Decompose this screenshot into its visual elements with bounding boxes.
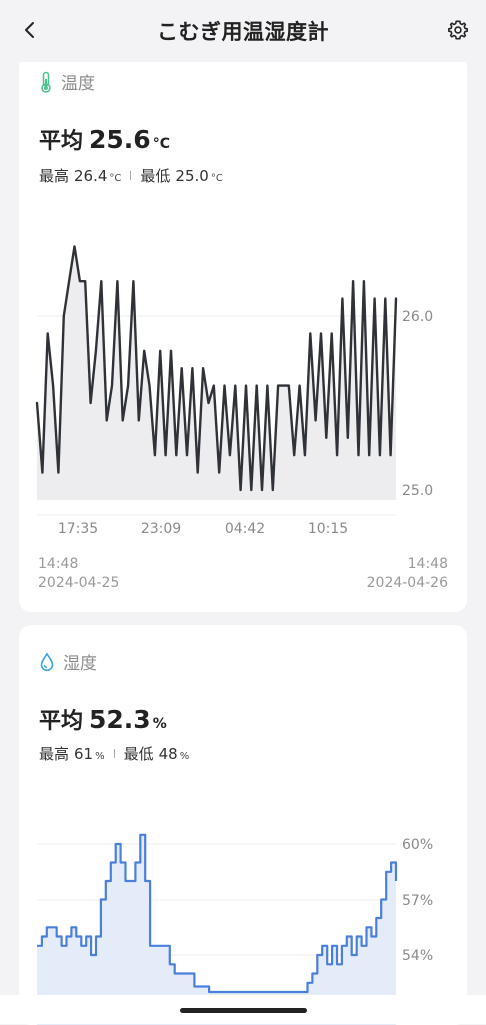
top-bar: こむぎ用温湿度計 <box>0 0 486 62</box>
max-unit: % <box>95 751 105 762</box>
y-tick-label: 57% <box>402 893 433 909</box>
max-unit: °C <box>109 173 122 184</box>
y-tick-label: 25.0 <box>402 483 433 499</box>
x-tick-label: 23:09 <box>141 521 181 537</box>
page-title: こむぎ用温湿度計 <box>157 20 329 44</box>
max-value: 61 <box>74 745 94 763</box>
temperature-average: 平均 25.6 °C <box>39 123 170 155</box>
min-value: 25.0 <box>175 167 209 185</box>
unit-label: °C <box>152 136 170 152</box>
unit-label: % <box>152 716 167 732</box>
min-value: 48 <box>158 745 178 763</box>
average-label: 平均 <box>39 129 84 154</box>
x-tick-label: 17:35 <box>58 521 98 537</box>
average-value: 52.3 <box>89 705 151 734</box>
humidity-average: 平均 52.3 % <box>39 703 167 735</box>
y-tick-label: 54% <box>402 948 433 964</box>
min-label: 最低 <box>140 167 171 185</box>
y-tick-label: 26.0 <box>402 309 433 325</box>
min-unit: % <box>179 751 190 762</box>
humidity-min-max: 最高 61 % 最低 48 % <box>39 743 189 764</box>
start-date: 2024-04-25 <box>38 575 120 591</box>
humidity-card[interactable]: 湿度 平均 52.3 % 最高 61 % 最低 48 % 60% 57% 54% <box>19 625 467 1025</box>
temperature-header: 温度 <box>39 69 95 94</box>
max-label: 最高 <box>39 745 70 763</box>
x-tick-label: 10:15 <box>308 521 348 537</box>
home-indicator[interactable] <box>180 1008 307 1013</box>
average-label: 平均 <box>39 709 84 734</box>
average-value: 25.6 <box>89 125 151 154</box>
temperature-min-max: 最高 26.4 °C 最低 25.0 °C <box>39 165 223 186</box>
water-drop-icon <box>40 652 54 671</box>
y-tick-label: 60% <box>402 837 433 853</box>
temperature-card[interactable]: 温度 平均 25.6 °C 最高 26.4 °C 最低 25.0 °C 26.0… <box>19 55 467 612</box>
humidity-label: 湿度 <box>63 654 97 674</box>
max-label: 最高 <box>39 167 70 185</box>
gear-icon <box>448 20 468 40</box>
temperature-chart[interactable]: 26.0 25.0 17:35 23:09 04:42 10:15 <box>19 210 467 555</box>
divider <box>130 171 132 180</box>
min-unit: °C <box>210 173 223 184</box>
temperature-label: 温度 <box>61 74 95 94</box>
humidity-chart[interactable]: 60% 57% 54% <box>19 795 467 1025</box>
humidity-header: 湿度 <box>39 649 97 674</box>
end-time: 14:48 <box>407 556 448 572</box>
thermometer-icon <box>41 71 51 93</box>
settings-button[interactable] <box>442 14 474 46</box>
divider <box>113 749 115 758</box>
start-time: 14:48 <box>38 556 79 572</box>
min-label: 最低 <box>123 745 154 763</box>
range-end: 14:48 2024-04-26 <box>367 555 448 593</box>
end-date: 2024-04-26 <box>366 575 448 591</box>
x-tick-label: 04:42 <box>225 521 265 537</box>
max-value: 26.4 <box>74 167 108 185</box>
range-start: 14:48 2024-04-25 <box>38 555 119 593</box>
temperature-area <box>37 246 396 500</box>
